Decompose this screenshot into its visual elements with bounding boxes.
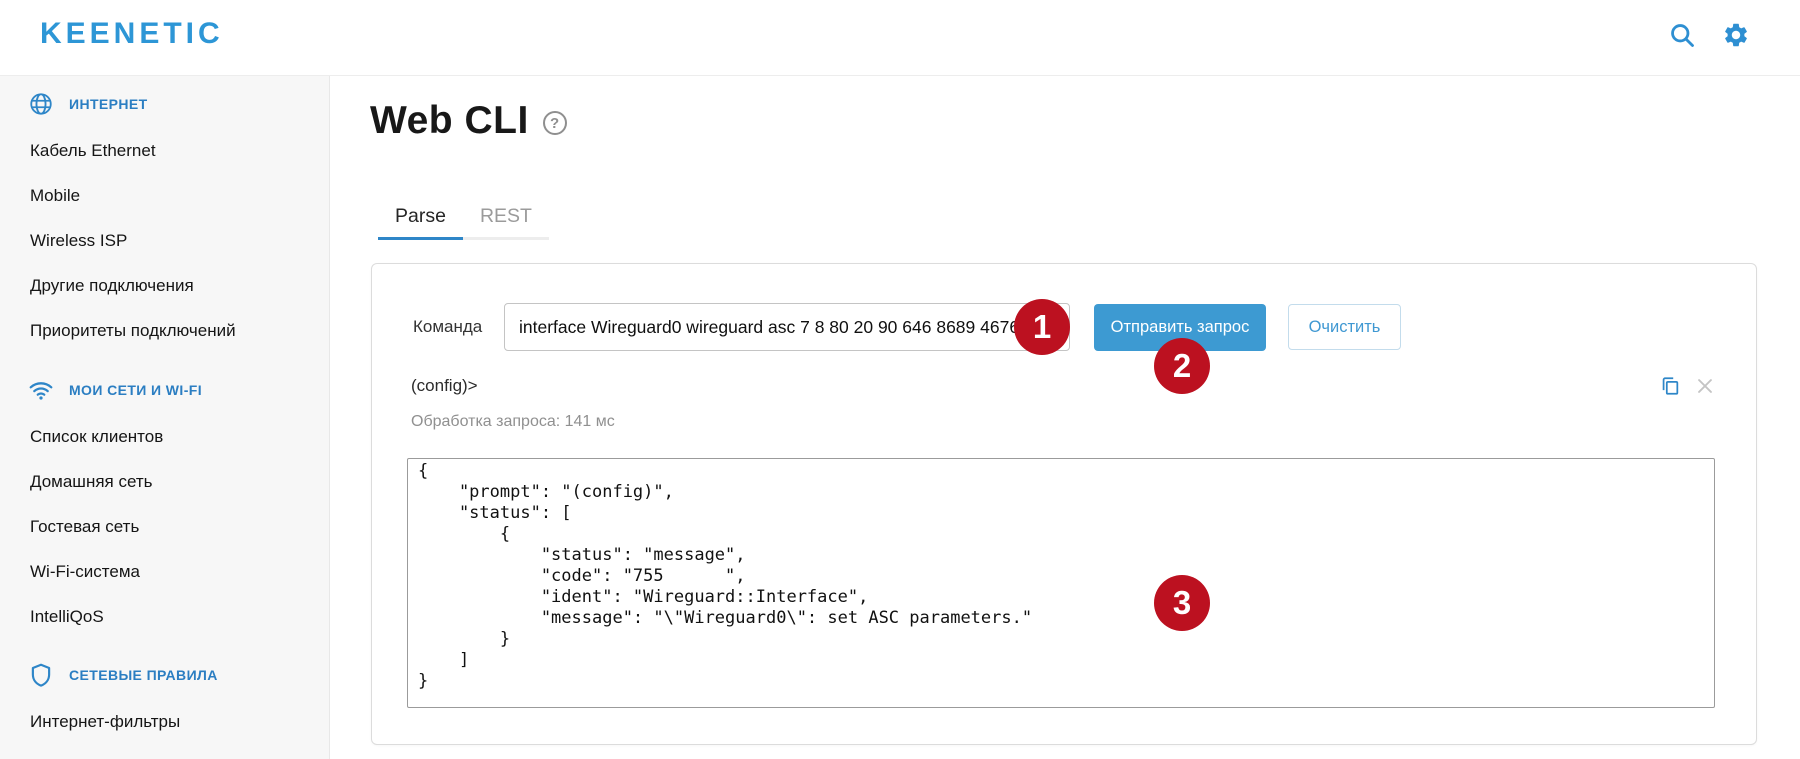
header-icons [1668, 21, 1750, 49]
processing-time: Обработка запроса: 141 мс [411, 413, 615, 431]
sidebar-item-guest-network[interactable]: Гостевая сеть [0, 504, 329, 549]
output-actions [1659, 375, 1716, 397]
response-json-output: { "prompt": "(config)", "status": [ { "s… [407, 458, 1715, 708]
sidebar-item-wifi-system[interactable]: Wi-Fi-система [0, 549, 329, 594]
sidebar-item-intelliqos[interactable]: IntelliQoS [0, 594, 329, 639]
tab-bar: Parse REST [378, 199, 549, 240]
gear-icon[interactable] [1722, 21, 1750, 49]
page-title-row: Web CLI ? [370, 99, 567, 143]
close-icon[interactable] [1694, 375, 1716, 397]
annotation-badge-3: 3 [1154, 575, 1210, 631]
sidebar: ИНТЕРНЕТ Кабель Ethernet Mobile Wireless… [0, 76, 330, 759]
sidebar-section-network-rules[interactable]: СЕТЕВЫЕ ПРАВИЛА [0, 651, 329, 699]
annotation-badge-1: 1 [1014, 299, 1070, 355]
clear-button[interactable]: Очистить [1288, 304, 1401, 350]
sidebar-item-other-connections[interactable]: Другие подключения [0, 263, 329, 308]
sidebar-item-connection-priorities[interactable]: Приоритеты подключений [0, 308, 329, 353]
sidebar-item-mobile[interactable]: Mobile [0, 173, 329, 218]
page-title: Web CLI [370, 99, 529, 143]
sidebar-section-internet[interactable]: ИНТЕРНЕТ [0, 80, 329, 128]
copy-icon[interactable] [1659, 375, 1681, 397]
sidebar-item-ethernet[interactable]: Кабель Ethernet [0, 128, 329, 173]
annotation-badge-2: 2 [1154, 338, 1210, 394]
header: KEENETIC [0, 0, 1800, 76]
keenetic-admin-app: KEENETIC ИНТЕРНЕТ Кабель Ethernet Mobile… [0, 0, 1800, 759]
keenetic-logo[interactable]: KEENETIC [40, 17, 224, 51]
shield-icon [28, 662, 54, 688]
search-icon[interactable] [1668, 21, 1696, 49]
help-icon[interactable]: ? [543, 111, 567, 135]
tab-parse[interactable]: Parse [378, 199, 463, 240]
command-input[interactable] [504, 303, 1070, 351]
sidebar-section-label: ИНТЕРНЕТ [69, 96, 148, 112]
sidebar-item-wireless-isp[interactable]: Wireless ISP [0, 218, 329, 263]
sidebar-item-internet-filters[interactable]: Интернет-фильтры [0, 699, 329, 744]
sidebar-section-my-networks[interactable]: МОИ СЕТИ И WI-FI [0, 366, 329, 414]
tab-rest[interactable]: REST [463, 199, 549, 240]
sidebar-section-label: МОИ СЕТИ И WI-FI [69, 382, 202, 398]
globe-icon [28, 91, 54, 117]
command-label: Команда [413, 303, 482, 351]
sidebar-section-label: СЕТЕВЫЕ ПРАВИЛА [69, 667, 218, 683]
sidebar-item-client-list[interactable]: Список клиентов [0, 414, 329, 459]
wifi-icon [28, 377, 54, 403]
sidebar-item-home-network[interactable]: Домашняя сеть [0, 459, 329, 504]
cli-prompt: (config)> [411, 376, 478, 396]
